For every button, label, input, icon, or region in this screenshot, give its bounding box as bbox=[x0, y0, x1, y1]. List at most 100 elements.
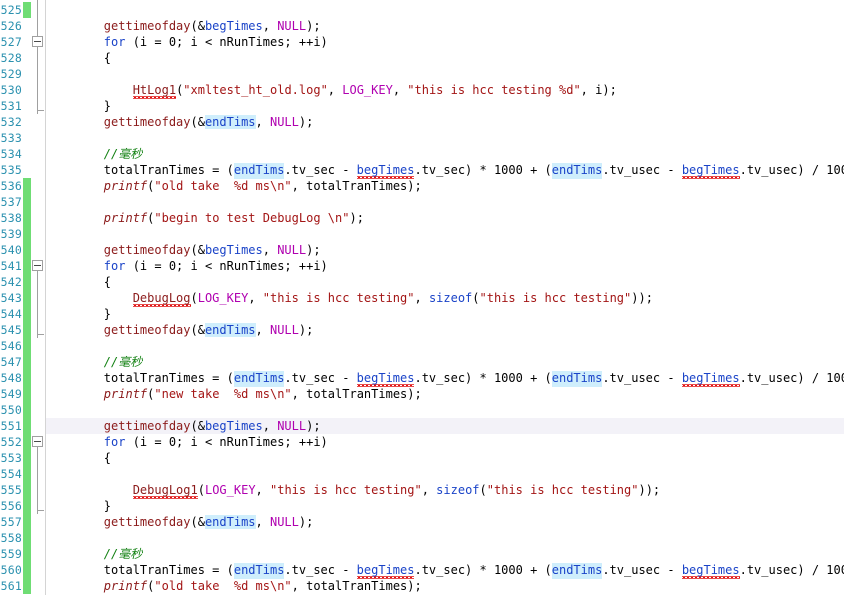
code-token: (& bbox=[190, 419, 205, 433]
code-line[interactable]: totalTranTimes = (endTims.tv_sec - begTi… bbox=[46, 162, 844, 179]
fold-region-end-tick bbox=[37, 510, 44, 511]
line-number: 535 bbox=[0, 163, 22, 177]
fold-region-line bbox=[37, 0, 38, 36]
code-line[interactable]: } bbox=[46, 306, 111, 322]
code-token: "old take %d ms\n" bbox=[154, 579, 292, 593]
code-token: ); bbox=[298, 515, 314, 529]
code-line[interactable]: HtLog1("xmltest_ht_old.log", LOG_KEY, "t… bbox=[46, 82, 617, 98]
code-line[interactable] bbox=[46, 226, 53, 242]
code-line[interactable]: } bbox=[46, 98, 111, 114]
code-line[interactable]: for (i = 0; i < nRunTimes; ++i) bbox=[46, 258, 328, 274]
code-line[interactable]: gettimeofday(&endTims, NULL); bbox=[46, 322, 313, 338]
code-line[interactable]: //毫秒 bbox=[46, 146, 142, 162]
code-token: endTims bbox=[551, 563, 603, 579]
code-line[interactable]: { bbox=[46, 450, 111, 466]
code-line[interactable] bbox=[46, 466, 53, 482]
code-line[interactable]: gettimeofday(&endTims, NULL); bbox=[46, 514, 313, 530]
fold-region-line bbox=[37, 271, 38, 338]
code-line[interactable]: for (i = 0; i < nRunTimes; ++i) bbox=[46, 34, 328, 50]
code-token: } bbox=[46, 99, 112, 113]
code-token: LOG_KEY bbox=[197, 291, 249, 305]
code-token: totalTranTimes = ( bbox=[46, 371, 234, 385]
code-line[interactable]: totalTranTimes = (endTims.tv_sec - begTi… bbox=[46, 562, 844, 579]
code-token: LOG_KEY bbox=[204, 483, 256, 497]
code-token: .tv_sec) * 1000 + ( bbox=[414, 563, 552, 577]
code-token: endTims bbox=[204, 515, 256, 529]
code-line[interactable]: for (i = 0; i < nRunTimes; ++i) bbox=[46, 434, 328, 450]
code-token: } bbox=[46, 307, 112, 321]
code-token: "old take %d ms\n" bbox=[154, 179, 292, 193]
code-line[interactable]: DebugLog(LOG_KEY, "this is hcc testing",… bbox=[46, 290, 653, 306]
code-token: , totalTranTimes); bbox=[291, 387, 422, 401]
code-token: ); bbox=[306, 19, 321, 33]
code-text-area[interactable]: gettimeofday(&begTimes, NULL); for (i = … bbox=[46, 0, 844, 595]
code-line[interactable]: gettimeofday(&begTimes, NULL); bbox=[46, 18, 321, 34]
fold-collapse-icon[interactable] bbox=[32, 436, 43, 447]
code-line[interactable]: totalTranTimes = (endTims.tv_sec - begTi… bbox=[46, 370, 844, 387]
code-line[interactable]: } bbox=[46, 498, 111, 514]
code-token: NULL bbox=[269, 515, 299, 529]
code-line[interactable]: { bbox=[46, 50, 111, 66]
change-bar bbox=[23, 178, 31, 594]
code-token: begTimes bbox=[204, 243, 263, 257]
code-token: printf bbox=[103, 387, 148, 401]
code-line[interactable]: gettimeofday(&begTimes, NULL); bbox=[46, 242, 321, 258]
code-editor[interactable]: gettimeofday(&begTimes, NULL); for (i = … bbox=[0, 0, 844, 595]
code-line[interactable]: //毫秒 bbox=[46, 546, 142, 562]
code-token: begTimes bbox=[681, 163, 740, 177]
line-number: 555 bbox=[0, 483, 22, 497]
code-line[interactable]: printf("begin to test DebugLog \n"); bbox=[46, 210, 364, 226]
code-token: for bbox=[103, 259, 126, 273]
line-number: 539 bbox=[0, 227, 22, 241]
code-line[interactable]: DebugLog1(LOG_KEY, "this is hcc testing"… bbox=[46, 482, 660, 498]
line-number: 530 bbox=[0, 83, 22, 97]
fold-collapse-icon[interactable] bbox=[32, 260, 43, 271]
code-line[interactable]: gettimeofday(&begTimes, NULL); bbox=[46, 418, 321, 434]
code-line[interactable] bbox=[46, 402, 53, 418]
editor-gutter[interactable]: 525 526 527 528 529 530 531 532 533 534 535 536 537 5… bbox=[0, 0, 46, 595]
code-token: NULL bbox=[269, 115, 299, 129]
fold-collapse-icon[interactable] bbox=[32, 36, 43, 47]
code-line[interactable]: printf("old take %d ms\n", totalTranTime… bbox=[46, 178, 422, 194]
code-token: "this is hcc testing" bbox=[479, 291, 632, 305]
code-token: //毫秒 bbox=[103, 547, 143, 561]
code-token: , bbox=[414, 291, 429, 305]
line-number: 545 bbox=[0, 323, 22, 337]
code-token: ( bbox=[479, 483, 487, 497]
line-number: 544 bbox=[0, 307, 22, 321]
code-token: .tv_sec - bbox=[284, 163, 357, 177]
code-token: endTims bbox=[551, 371, 603, 387]
code-line[interactable]: { bbox=[46, 274, 111, 290]
code-token: endTims bbox=[233, 163, 285, 179]
code-token: //毫秒 bbox=[103, 355, 143, 369]
code-line[interactable] bbox=[46, 530, 53, 546]
code-token: , i); bbox=[580, 83, 617, 97]
code-token: totalTranTimes = ( bbox=[46, 563, 234, 577]
code-token: , totalTranTimes); bbox=[291, 579, 422, 593]
code-line[interactable]: //毫秒 bbox=[46, 354, 142, 370]
line-number: 552 bbox=[0, 435, 22, 449]
code-line[interactable] bbox=[46, 194, 53, 210]
line-number: 538 bbox=[0, 211, 22, 225]
code-line[interactable]: printf("new take %d ms\n", totalTranTime… bbox=[46, 386, 422, 402]
code-line[interactable] bbox=[46, 2, 53, 18]
code-token: for bbox=[103, 435, 126, 449]
code-token: , bbox=[255, 483, 270, 497]
code-line[interactable] bbox=[46, 130, 53, 146]
code-token: .tv_usec - bbox=[602, 563, 682, 577]
code-token: (i = 0; i < nRunTimes; ++i) bbox=[125, 35, 328, 49]
code-token: (i = 0; i < nRunTimes; ++i) bbox=[125, 435, 328, 449]
code-line[interactable]: printf("old take %d ms\n", totalTranTime… bbox=[46, 578, 422, 594]
code-line[interactable] bbox=[46, 338, 53, 354]
code-token: "begin to test DebugLog \n" bbox=[154, 211, 350, 225]
code-line[interactable] bbox=[46, 66, 53, 82]
gutter-separator bbox=[45, 0, 46, 595]
code-line[interactable]: gettimeofday(&endTims, NULL); bbox=[46, 114, 313, 130]
line-number: 532 bbox=[0, 115, 22, 129]
